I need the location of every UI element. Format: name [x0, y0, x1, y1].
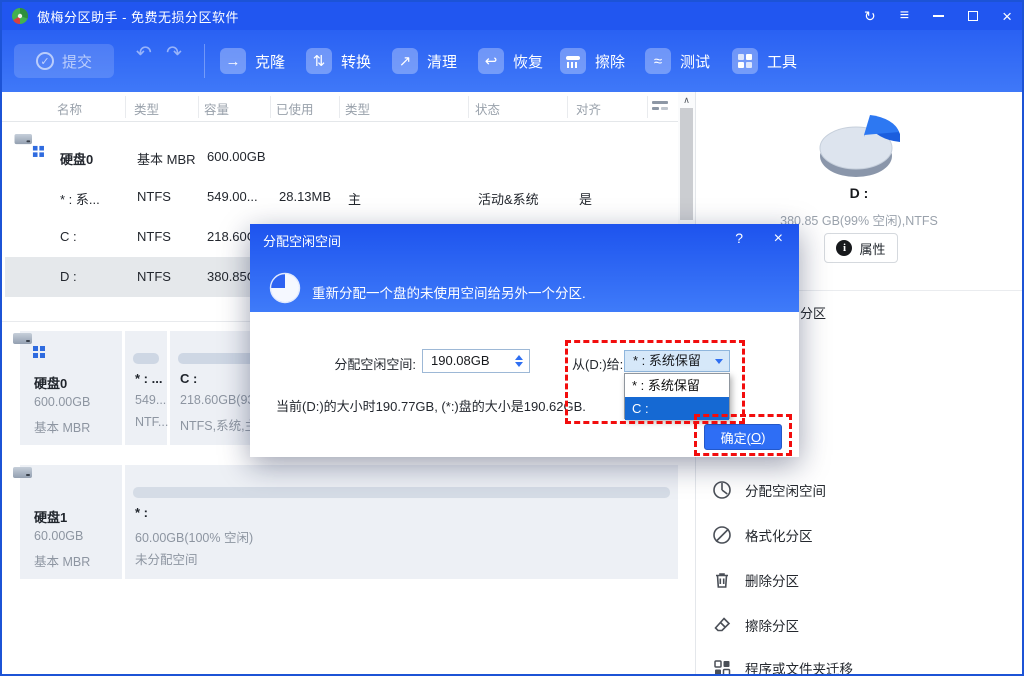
column-header-type: 类型 — [134, 99, 159, 118]
column-header-capacity: 容量 — [204, 99, 229, 118]
size-info-text: 当前(D:)的大小时190.77GB, (*:)盘的大小是190.62GB. — [276, 396, 586, 415]
recover-icon: ↩ — [478, 48, 504, 74]
clean-icon: ↗ — [392, 48, 418, 74]
clone-button[interactable]: → 克隆 — [220, 48, 285, 74]
properties-button[interactable]: i 属性 — [824, 233, 898, 263]
target-partition-dropdown: * : 系统保留 C : — [624, 373, 730, 419]
undo-icon[interactable]: ↶ — [136, 42, 152, 65]
spinner[interactable] — [512, 352, 526, 370]
sidebar-item-delete-partition[interactable]: 删除分区 — [696, 564, 1022, 596]
disk1-info-block[interactable]: 硬盘1 60.00GB 基本 MBR — [20, 465, 122, 579]
partition-block-sysreserved[interactable]: * : ... 549... NTF... — [125, 331, 167, 445]
clean-button[interactable]: ↗ 清理 — [392, 48, 457, 74]
submit-button[interactable]: ✓ 提交 — [14, 44, 114, 78]
help-icon[interactable]: ? — [735, 230, 743, 246]
sidebar-item-app-migration[interactable]: 程序或文件夹迁移 — [696, 652, 1022, 676]
scroll-up-icon[interactable]: ∧ — [678, 92, 695, 108]
drive-label: D : — [696, 185, 1022, 201]
disk-panel-1: 硬盘1 60.00GB 基本 MBR * : 60.00GB(100% 空闲) … — [20, 465, 678, 579]
scrollbar-thumb[interactable] — [680, 108, 693, 220]
column-header-name: 名称 — [57, 99, 82, 118]
maximize-icon[interactable] — [968, 11, 978, 21]
columns-settings-icon[interactable] — [652, 101, 668, 113]
target-partition-select[interactable]: * : 系统保留 — [624, 350, 730, 372]
dialog-title: 分配空闲空间 — [263, 231, 341, 250]
app-logo-icon — [11, 7, 29, 25]
clone-icon: → — [220, 48, 246, 74]
recover-button[interactable]: ↩ 恢复 — [478, 48, 543, 74]
column-header-ptype: 类型 — [345, 99, 370, 118]
table-header: 名称 类型 容量 已使用 类型 状态 对齐 — [2, 92, 695, 122]
allocate-space-input[interactable]: 190.08GB — [422, 349, 530, 373]
column-header-status: 状态 — [475, 99, 500, 118]
dropdown-option-system-reserved[interactable]: * : 系统保留 — [625, 374, 729, 397]
shredder-icon — [560, 48, 586, 74]
allocate-free-space-dialog: 分配空闲空间 ? × 重新分配一个盘的未使用空间给另外一个分区. 分配空闲空间:… — [250, 224, 799, 457]
toolbar: ✓ 提交 ↶ ↷ → 克隆 ⇅ 转换 ↗ 清理 ↩ 恢复 擦除 ≈ 测试 — [2, 30, 1022, 92]
dialog-description: 重新分配一个盘的未使用空间给另外一个分区. — [312, 282, 586, 302]
close-icon[interactable]: × — [774, 230, 783, 248]
dialog-header: 分配空闲空间 ? × 重新分配一个盘的未使用空间给另外一个分区. — [250, 224, 799, 312]
ok-button[interactable]: 确定(O) — [704, 424, 782, 450]
convert-button[interactable]: ⇅ 转换 — [306, 48, 371, 74]
sidebar-item-allocate-free-space[interactable]: 分配空闲空间 — [696, 474, 1022, 506]
wipe-button[interactable]: 擦除 — [560, 48, 625, 74]
table-row-disk0[interactable]: 硬盘0 基本 MBR 600.00GB — [5, 137, 678, 177]
delete-partition-icon — [712, 570, 732, 590]
pie-icon — [269, 272, 301, 304]
minimize-icon[interactable] — [933, 15, 944, 17]
allocate-space-label: 分配空闲空间: — [270, 354, 416, 373]
chevron-down-icon — [715, 359, 723, 364]
tools-grid-icon — [732, 48, 758, 74]
sidebar-item-partial[interactable]: 分区 — [800, 303, 826, 322]
redo-icon[interactable]: ↷ — [166, 42, 182, 65]
tools-button[interactable]: 工具 — [732, 48, 797, 74]
app-window: 傲梅分区助手 - 免费无损分区软件 ↻ ≡ × ✓ 提交 ↶ ↷ → 克隆 ⇅ … — [0, 0, 1024, 676]
column-header-aligned: 对齐 — [576, 99, 601, 118]
table-row-system-reserved[interactable]: * : 系... NTFS 549.00... 28.13MB 主 活动&系统 … — [5, 177, 678, 217]
convert-icon: ⇅ — [306, 48, 332, 74]
usage-bar — [133, 487, 670, 498]
check-icon: ✓ — [36, 52, 54, 70]
spinner-down-icon[interactable] — [515, 362, 523, 367]
test-button[interactable]: ≈ 测试 — [645, 48, 710, 74]
column-header-used: 已使用 — [276, 99, 314, 118]
allocate-free-space-icon — [712, 480, 732, 500]
test-icon: ≈ — [645, 48, 671, 74]
disk0-info-block[interactable]: 硬盘0 600.00GB 基本 MBR — [20, 331, 122, 445]
titlebar: 傲梅分区助手 - 免费无损分区软件 ↻ ≡ × — [2, 2, 1022, 30]
info-icon: i — [836, 240, 852, 256]
partition-block-unallocated[interactable]: * : 60.00GB(100% 空闲) 未分配空间 — [125, 465, 678, 579]
toolbar-separator — [204, 44, 205, 78]
spinner-up-icon[interactable] — [515, 355, 523, 360]
usage-bar — [133, 353, 159, 364]
sidebar-item-wipe-partition[interactable]: 擦除分区 — [696, 609, 1022, 641]
app-title: 傲梅分区助手 - 免费无损分区软件 — [37, 7, 239, 26]
close-icon[interactable]: × — [1002, 8, 1012, 25]
sidebar-item-format-partition[interactable]: 格式化分区 — [696, 519, 1022, 551]
format-partition-icon — [712, 525, 732, 545]
app-migration-icon — [712, 658, 732, 676]
submit-label: 提交 — [62, 51, 92, 72]
from-to-label: 从(D:)给: — [572, 354, 623, 373]
wipe-partition-icon — [712, 615, 732, 635]
menu-icon[interactable]: ≡ — [900, 8, 909, 24]
pie-chart — [796, 104, 922, 184]
dropdown-option-c[interactable]: C : — [625, 397, 729, 420]
refresh-icon[interactable]: ↻ — [864, 9, 876, 23]
